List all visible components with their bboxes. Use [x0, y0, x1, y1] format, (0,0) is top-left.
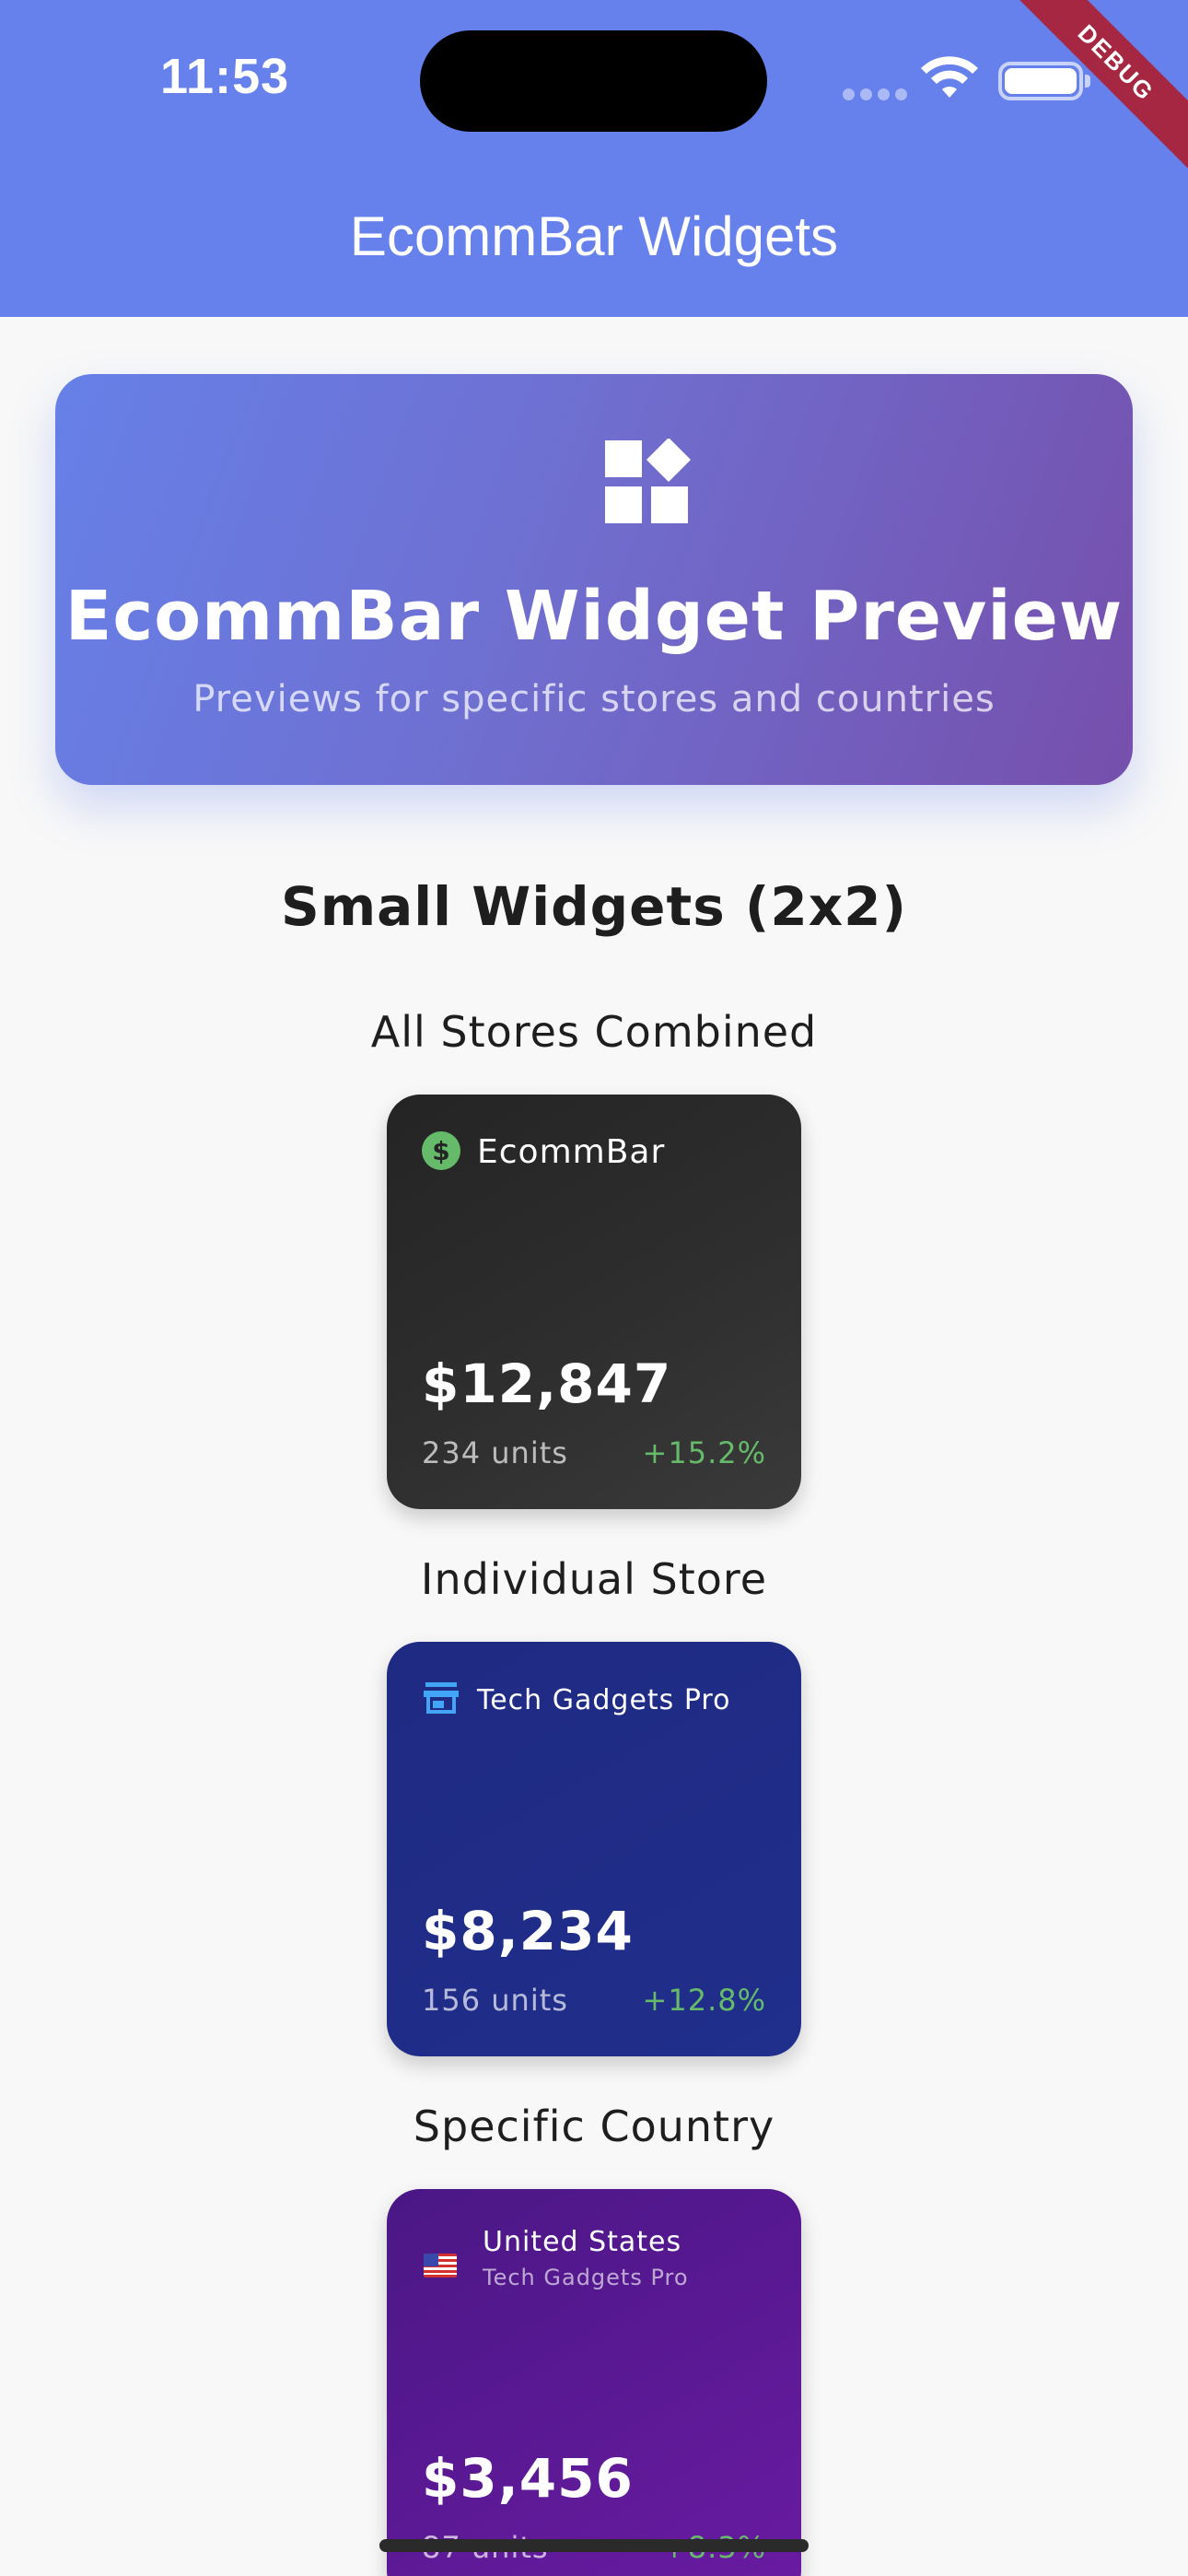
widget-units: 156 units [422, 1983, 568, 2018]
battery-icon [998, 62, 1090, 100]
hero-subtitle: Previews for specific stores and countri… [192, 678, 996, 720]
home-indicator[interactable] [379, 2539, 809, 2552]
hero-title: EcommBar Widget Preview [64, 577, 1124, 656]
store-icon [424, 1682, 459, 1714]
app-bar: 11:53 DEBUG EcommBar Widgets [0, 0, 1188, 317]
widget-title: United States [483, 2226, 682, 2258]
widgets-icon [605, 439, 692, 523]
us-flag-icon [424, 2254, 457, 2277]
widget-specific-country[interactable]: United States Tech Gadgets Pro $3,456 87… [387, 2189, 801, 2576]
widget-label-all-stores: All Stores Combined [370, 1007, 818, 1057]
cellular-signal-icon [843, 87, 913, 104]
screen: 11:53 DEBUG EcommBar Widgets EcommBar Wi… [0, 0, 1188, 2576]
app-bar-title: EcommBar Widgets [349, 205, 839, 267]
widget-subtitle: Tech Gadgets Pro [483, 2265, 689, 2290]
widget-revenue: $12,847 [422, 1352, 672, 1415]
widget-change: +15.2% [642, 1435, 766, 1470]
widget-revenue: $3,456 [422, 2447, 634, 2510]
widget-title: Tech Gadgets Pro [477, 1684, 731, 1716]
widget-all-stores[interactable]: $ EcommBar $12,847 234 units +15.2% [387, 1095, 801, 1509]
widget-label-individual-store: Individual Store [420, 1554, 768, 1604]
dollar-icon: $ [422, 1131, 460, 1170]
wifi-icon [921, 56, 978, 98]
dynamic-island [420, 30, 767, 132]
section-title: Small Widgets (2x2) [280, 875, 908, 938]
svg-text:$: $ [432, 1136, 449, 1166]
widget-revenue: $8,234 [422, 1900, 634, 1962]
widget-title: EcommBar [477, 1133, 666, 1171]
hero-card: EcommBar Widget Preview Previews for spe… [55, 374, 1133, 785]
widget-label-specific-country: Specific Country [413, 2102, 775, 2151]
widget-units: 234 units [422, 1435, 568, 1470]
widget-change: +12.8% [642, 1983, 766, 2018]
widget-individual-store[interactable]: Tech Gadgets Pro $8,234 156 units +12.8% [387, 1642, 801, 2056]
status-time: 11:53 [160, 49, 290, 104]
